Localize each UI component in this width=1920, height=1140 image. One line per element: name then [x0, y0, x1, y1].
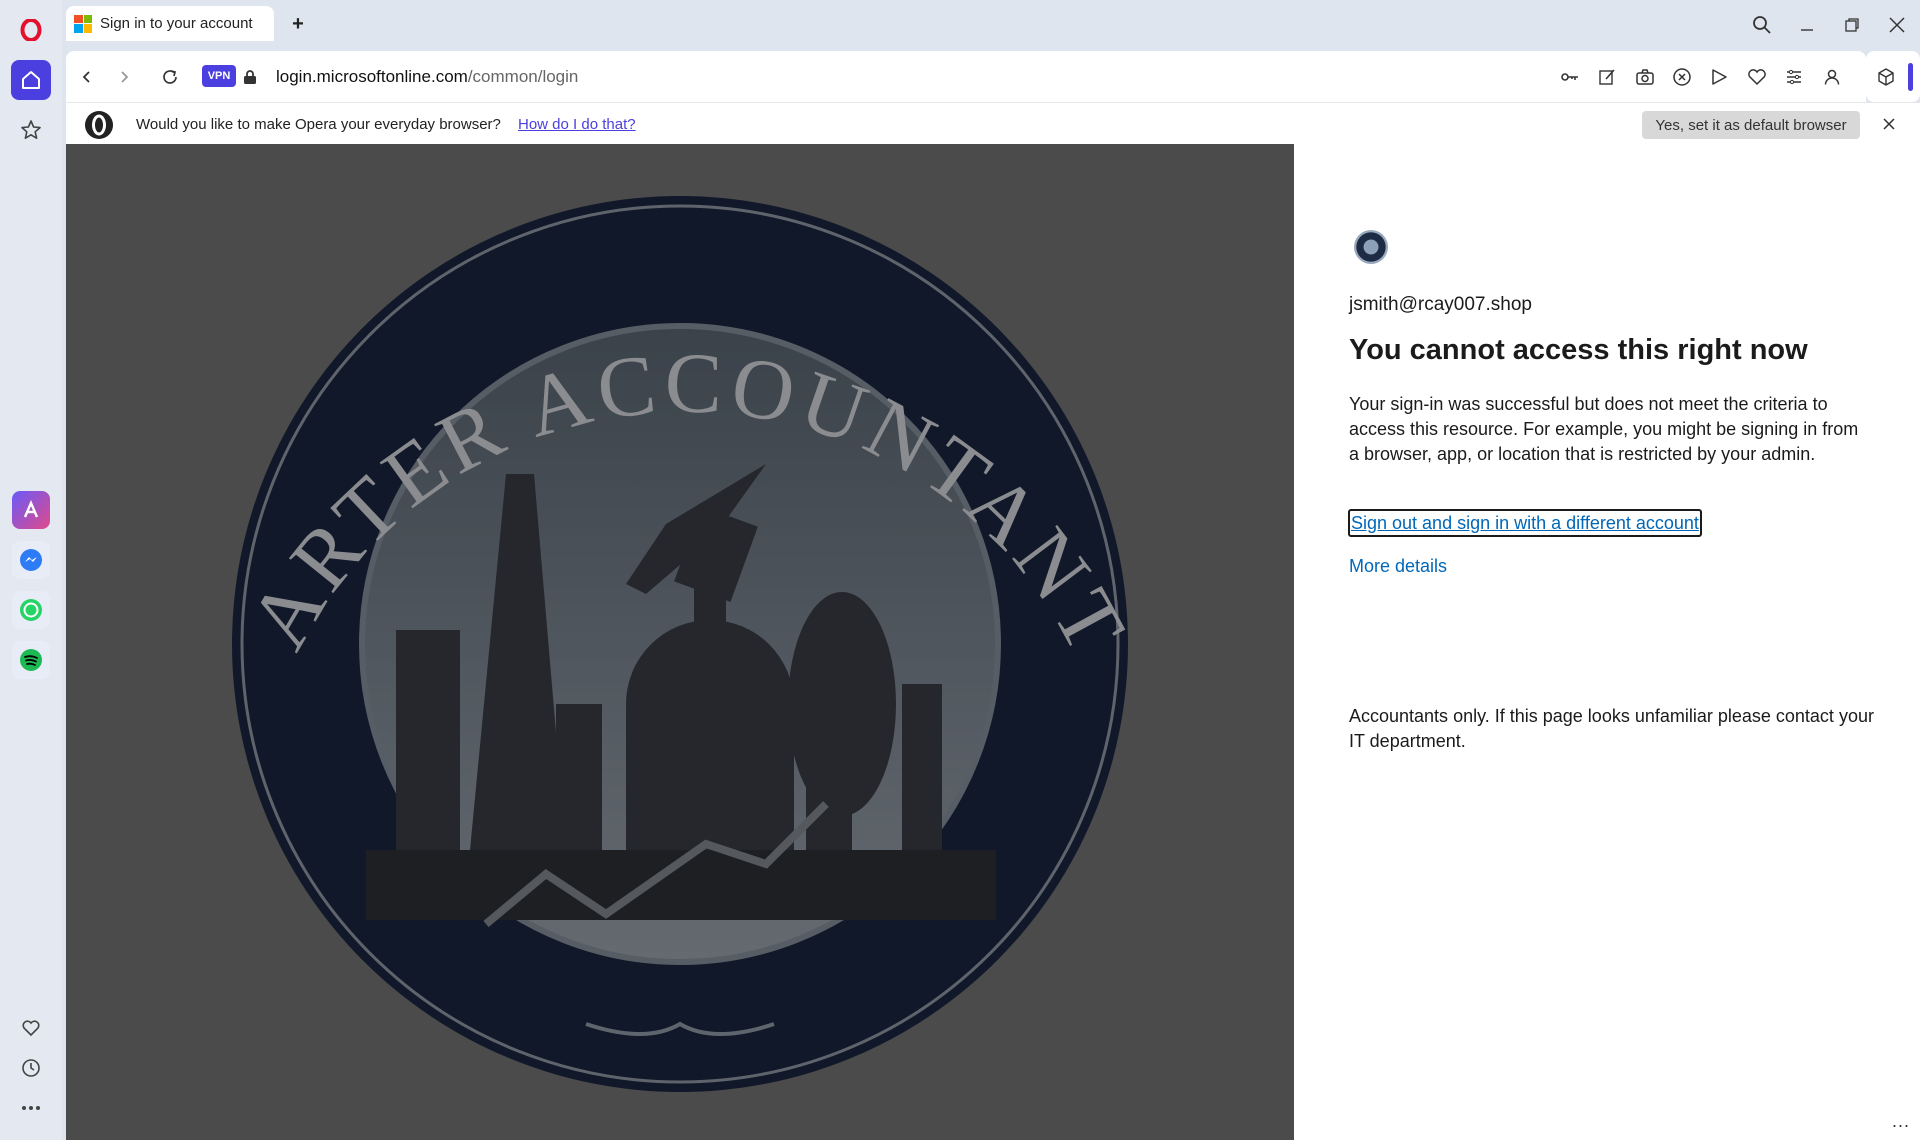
microsoft-logo-icon — [74, 14, 92, 33]
close-icon[interactable] — [1882, 10, 1912, 40]
infobar-message: Would you like to make Opera your everyd… — [136, 116, 501, 133]
home-icon[interactable] — [11, 60, 51, 100]
new-tab-button[interactable]: + — [286, 12, 310, 36]
vpn-badge[interactable]: VPN — [202, 65, 236, 87]
background-image: CARTER ACCOUNTANTS — [66, 144, 1294, 1140]
forward-icon[interactable] — [111, 64, 137, 90]
spotify-icon[interactable] — [12, 641, 50, 679]
back-icon[interactable] — [74, 64, 100, 90]
settings-icon[interactable] — [1782, 65, 1806, 89]
infobar-close-icon[interactable] — [1879, 114, 1899, 134]
star-icon[interactable] — [11, 110, 51, 150]
more-details-link[interactable]: More details — [1349, 556, 1447, 577]
minimize-icon[interactable] — [1792, 10, 1822, 40]
account-email: jsmith@rcay007.shop — [1349, 294, 1532, 315]
signin-panel: jsmith@rcay007.shop You cannot access th… — [1294, 144, 1920, 1140]
camera-icon[interactable] — [1633, 65, 1657, 89]
set-default-browser-button[interactable]: Yes, set it as default browser — [1642, 111, 1860, 139]
tab-sign-in[interactable]: Sign in to your account — [66, 6, 274, 41]
url-text[interactable]: login.microsoftonline.com/common/login — [276, 67, 578, 87]
page-content: CARTER ACCOUNTANTS jsmith@rcay007.shop Y… — [66, 144, 1920, 1140]
error-description: Your sign-in was successful but does not… — [1349, 394, 1859, 464]
default-browser-infobar: Would you like to make Opera your everyd… — [66, 102, 1920, 144]
messenger-icon[interactable] — [12, 541, 50, 579]
lock-icon[interactable] — [242, 64, 258, 90]
page-title: You cannot access this right now — [1349, 334, 1808, 366]
opera-logo[interactable] — [11, 10, 51, 50]
search-icon[interactable] — [1747, 10, 1777, 40]
edit-icon[interactable] — [1595, 65, 1619, 89]
address-bar: VPN login.microsoftonline.com/common/log… — [66, 51, 1866, 102]
reload-icon[interactable] — [157, 64, 183, 90]
restore-icon[interactable] — [1837, 10, 1867, 40]
company-notice: Accountants only. If this page looks unf… — [1349, 706, 1874, 751]
opera-logo-icon — [84, 110, 114, 145]
send-icon[interactable] — [1707, 65, 1731, 89]
sign-out-link[interactable]: Sign out and sign in with a different ac… — [1348, 509, 1702, 537]
url-path: /common/login — [467, 67, 579, 86]
extensions-panel — [1866, 51, 1920, 102]
organization-logo-icon — [1354, 230, 1388, 264]
opera-sidebar — [0, 0, 62, 1140]
history-icon[interactable] — [11, 1048, 51, 1088]
aria-icon[interactable] — [12, 491, 50, 529]
url-domain: login.microsoftonline.com — [276, 67, 468, 86]
box-icon[interactable] — [1874, 65, 1898, 89]
heart-icon[interactable] — [1745, 65, 1769, 89]
whatsapp-icon[interactable] — [12, 591, 50, 629]
account-icon[interactable] — [1820, 65, 1844, 89]
tab-title: Sign in to your account — [100, 15, 253, 32]
tab-strip: Sign in to your account + — [62, 0, 1920, 50]
heart-icon[interactable] — [11, 1008, 51, 1048]
key-icon[interactable] — [1558, 65, 1582, 89]
sidebar-toggle-handle[interactable] — [1908, 63, 1913, 91]
shield-icon[interactable] — [1670, 65, 1694, 89]
infobar-how-link[interactable]: How do I do that? — [518, 116, 636, 133]
carter-accountants-logo: CARTER ACCOUNTANTS — [66, 144, 1294, 1140]
more-icon[interactable] — [11, 1088, 51, 1128]
options-menu-button[interactable]: ... — [1892, 1111, 1910, 1132]
